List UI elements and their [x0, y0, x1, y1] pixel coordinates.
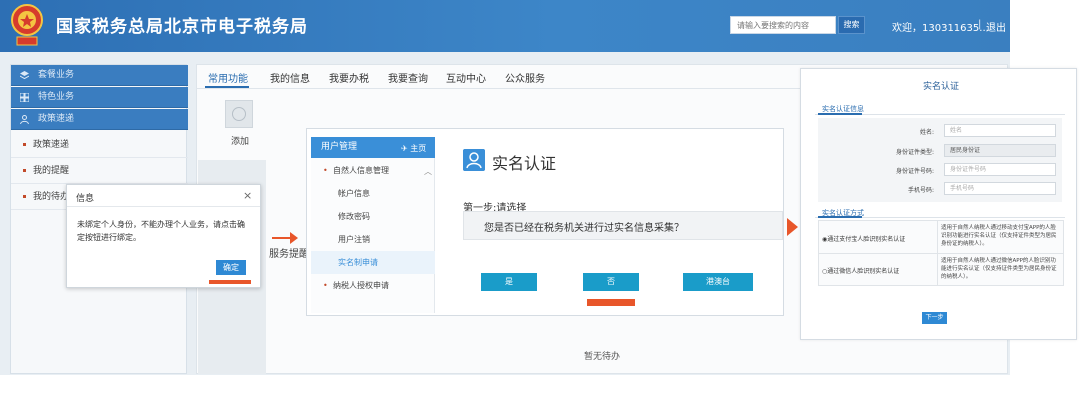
method-row-divider — [818, 253, 1064, 254]
sidebar-item-package[interactable]: 套餐业务 — [11, 65, 188, 86]
welcome-user: 欢迎，130311635... — [892, 23, 989, 34]
name-field[interactable]: 姓名 — [944, 124, 1056, 137]
logout-link[interactable]: 退出 — [986, 19, 1006, 34]
arrow-head-icon — [290, 232, 298, 244]
form-title: 实名认证 — [923, 82, 960, 92]
phone-label: 手机号码: — [907, 187, 934, 194]
method-col-divider — [937, 220, 938, 286]
service-reminder-label: 服务提醒 — [269, 249, 309, 260]
nav-item-authorization[interactable]: 纳税人授权申请 — [311, 274, 435, 297]
tax-emblem-icon — [11, 4, 43, 46]
person-icon — [20, 115, 29, 124]
active-tab-indicator — [205, 86, 249, 88]
home-link[interactable]: ✈ 主页 — [401, 143, 426, 154]
grid-icon — [20, 93, 29, 102]
tab-query[interactable]: 我要查询 — [388, 70, 428, 85]
yes-button[interactable]: 是 — [481, 273, 537, 291]
user-card-icon — [463, 149, 485, 171]
hk-macau-taiwan-button[interactable]: 港澳台 — [683, 273, 753, 291]
sidebar-subitem-reminders[interactable]: 我的提醒 — [11, 158, 188, 184]
sidebar-item-label: 特色业务 — [38, 92, 75, 102]
phone-field[interactable]: 手机号码 — [944, 182, 1056, 195]
home-icon: ✈ — [401, 144, 411, 153]
search-button[interactable]: 搜索 — [838, 16, 865, 34]
arrow-right-icon — [787, 218, 798, 236]
sidebar-item-policy[interactable]: 政策速递 — [11, 109, 188, 130]
tab-my-info[interactable]: 我的信息 — [270, 70, 310, 85]
alipay-face-radio[interactable]: ◉通过支付宝人脸识别实名认证 — [822, 234, 905, 243]
id-number-field[interactable]: 身份证件号码 — [944, 163, 1056, 176]
id-number-label: 身份证件号码: — [895, 168, 934, 175]
alipay-method-desc: 适用于自然人纳税人通过移动支付宝APP的人脸识别功能进行实名认证（仅支持证件类型… — [941, 225, 1057, 247]
name-label: 姓名: — [919, 129, 934, 136]
highlight-marker — [587, 299, 635, 306]
nav-item-password[interactable]: 修改密码 — [311, 205, 435, 228]
tab-public-service[interactable]: 公众服务 — [505, 70, 545, 85]
nav-item-realname[interactable]: 实名制申请 — [311, 251, 435, 274]
dialog-divider — [67, 206, 260, 207]
sidebar-item-special[interactable]: 特色业务 — [11, 87, 188, 108]
dialog-confirm-button[interactable]: 确定 — [216, 260, 246, 275]
id-type-label: 身份证件类型: — [895, 149, 934, 156]
close-icon[interactable]: × — [243, 189, 252, 202]
no-button[interactable]: 否 — [583, 273, 639, 291]
nav-item-account[interactable]: 帐户信息 — [311, 182, 435, 205]
site-title: 国家税务总局北京市电子税务局 — [56, 17, 308, 37]
section-underline — [818, 216, 862, 218]
radio-label: 通过支付宝人脸识别实名认证 — [827, 236, 906, 243]
layers-icon — [20, 71, 29, 80]
plus-circle-icon — [232, 107, 246, 121]
nav-item-deregister[interactable]: 用户注销 — [311, 228, 435, 251]
sidebar-subitem-policy[interactable]: 政策速递 — [11, 132, 188, 158]
sidebar-item-label: 政策速递 — [38, 114, 75, 124]
chevron-up-icon: ︿ — [424, 167, 432, 176]
section-underline — [818, 113, 862, 115]
tab-interaction[interactable]: 互动中心 — [446, 70, 486, 85]
search-input[interactable] — [730, 16, 836, 34]
wechat-face-radio[interactable]: ○通过微信人脸识别实名认证 — [822, 266, 899, 275]
sidebar-item-label: 套餐业务 — [38, 70, 75, 80]
dialog-message: 未绑定个人身份，不能办理个人业务，请点击确定按钮进行绑定。 — [77, 220, 245, 242]
add-label: 添加 — [231, 137, 250, 147]
wechat-method-desc: 适用于自然人纳税人通过微信APP的人脸识别功能进行实名认证（仅支持证件类型为居民… — [941, 258, 1057, 280]
tab-common-functions[interactable]: 常用功能 — [208, 70, 248, 85]
highlight-marker — [209, 280, 251, 284]
page-title: 实名认证 — [492, 154, 557, 173]
home-label: 主页 — [410, 144, 427, 153]
next-step-button[interactable]: 下一步 — [922, 312, 947, 324]
tab-pay-tax[interactable]: 我要办税 — [329, 70, 369, 85]
id-type-field[interactable]: 居民身份证 — [944, 144, 1056, 157]
header-separator: | — [978, 19, 982, 30]
dialog-title: 信息 — [76, 194, 95, 204]
question-text: 您是否已经在税务机关进行过实名信息采集？ — [484, 223, 684, 234]
nav-item-personal-info[interactable]: 自然人信息管理 — [311, 159, 435, 182]
radio-label: 通过微信人脸识别实名认证 — [827, 268, 900, 275]
empty-todo-text: 暂无待办 — [584, 352, 621, 362]
